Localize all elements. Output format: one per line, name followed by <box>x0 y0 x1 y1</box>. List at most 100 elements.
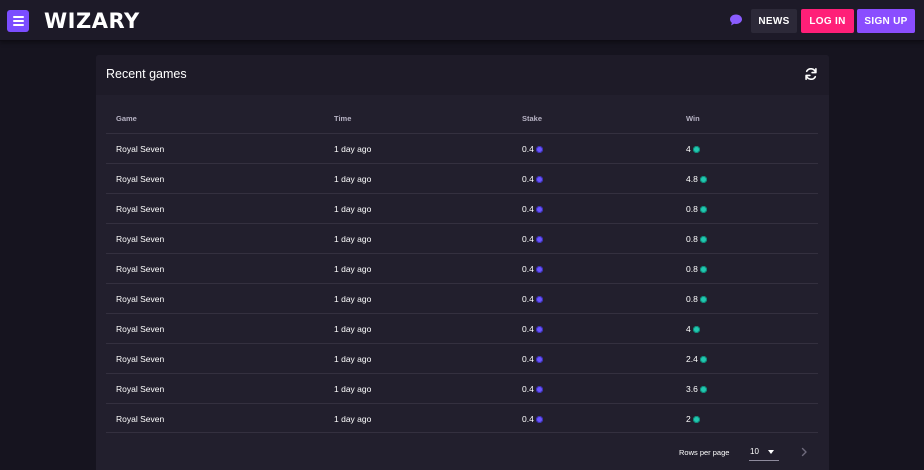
stake-value: 0.4 <box>522 324 534 334</box>
game-cell: Royal Seven <box>116 384 165 394</box>
table-row: Royal Seven 1 day ago 0.4 4 <box>106 133 818 163</box>
stake-cell: 0.4 <box>522 384 543 394</box>
stake-value: 0.4 <box>522 384 534 394</box>
win-cell: 2 <box>686 414 700 424</box>
stake-coin-icon <box>535 146 543 153</box>
table-row: Royal Seven 1 day ago 0.4 2.4 <box>106 343 818 373</box>
win-coin-icon <box>699 266 707 273</box>
win-value: 4.8 <box>686 174 698 184</box>
win-coin-icon <box>699 206 707 213</box>
win-cell: 0.8 <box>686 204 707 214</box>
win-coin-icon <box>699 176 707 183</box>
column-header-game[interactable]: Game <box>116 114 137 123</box>
signup-button[interactable]: SIGN UP <box>857 9 915 33</box>
stake-cell: 0.4 <box>522 234 543 244</box>
time-cell: 1 day ago <box>334 174 372 184</box>
rows-per-page-value: 10 <box>750 447 759 456</box>
stake-value: 0.4 <box>522 144 534 154</box>
game-cell: Royal Seven <box>116 234 165 244</box>
game-cell: Royal Seven <box>116 264 165 274</box>
win-value: 0.8 <box>686 294 698 304</box>
win-coin-icon <box>692 326 700 333</box>
stake-coin-icon <box>535 266 543 273</box>
stake-coin-icon <box>535 326 543 333</box>
win-cell: 0.8 <box>686 234 707 244</box>
time-cell: 1 day ago <box>334 414 372 424</box>
stake-value: 0.4 <box>522 234 534 244</box>
win-coin-icon <box>699 386 707 393</box>
time-cell: 1 day ago <box>334 294 372 304</box>
table-row: Royal Seven 1 day ago 0.4 0.8 <box>106 193 818 223</box>
stake-value: 0.4 <box>522 264 534 274</box>
time-cell: 1 day ago <box>334 144 372 154</box>
game-cell: Royal Seven <box>116 174 165 184</box>
stake-value: 0.4 <box>522 204 534 214</box>
win-value: 0.8 <box>686 204 698 214</box>
stake-value: 0.4 <box>522 294 534 304</box>
table-row: Royal Seven 1 day ago 0.4 4.8 <box>106 163 818 193</box>
stake-cell: 0.4 <box>522 204 543 214</box>
table-row: Royal Seven 1 day ago 0.4 0.8 <box>106 223 818 253</box>
win-cell: 0.8 <box>686 294 707 304</box>
win-value: 4 <box>686 144 691 154</box>
stake-coin-icon <box>535 356 543 363</box>
win-cell: 0.8 <box>686 264 707 274</box>
stake-value: 0.4 <box>522 174 534 184</box>
time-cell: 1 day ago <box>334 204 372 214</box>
win-cell: 4 <box>686 324 700 334</box>
recent-games-table: Game Time Stake Win Royal Seven 1 day ag… <box>96 0 829 470</box>
stake-cell: 0.4 <box>522 414 543 424</box>
stake-coin-icon <box>535 206 543 213</box>
game-cell: Royal Seven <box>116 144 165 154</box>
win-coin-icon <box>699 356 707 363</box>
hamburger-menu-icon[interactable] <box>7 10 29 32</box>
table-row: Royal Seven 1 day ago 0.4 2 <box>106 403 818 433</box>
win-coin-icon <box>699 236 707 243</box>
stake-coin-icon <box>535 416 543 423</box>
win-coin-icon <box>692 146 700 153</box>
time-cell: 1 day ago <box>334 384 372 394</box>
win-value: 0.8 <box>686 234 698 244</box>
stake-value: 0.4 <box>522 354 534 364</box>
rows-per-page-select[interactable]: 10 <box>749 443 779 461</box>
stake-cell: 0.4 <box>522 354 543 364</box>
stake-cell: 0.4 <box>522 324 543 334</box>
stake-cell: 0.4 <box>522 264 543 274</box>
column-header-time[interactable]: Time <box>334 114 351 123</box>
win-cell: 4 <box>686 144 700 154</box>
column-header-stake[interactable]: Stake <box>522 114 542 123</box>
win-cell: 3.6 <box>686 384 707 394</box>
win-value: 0.8 <box>686 264 698 274</box>
game-cell: Royal Seven <box>116 294 165 304</box>
stake-cell: 0.4 <box>522 294 543 304</box>
win-value: 4 <box>686 324 691 334</box>
win-coin-icon <box>692 416 700 423</box>
chevron-right-icon[interactable] <box>799 447 809 457</box>
time-cell: 1 day ago <box>334 234 372 244</box>
win-cell: 2.4 <box>686 354 707 364</box>
table-divider <box>106 432 818 433</box>
stake-value: 0.4 <box>522 414 534 424</box>
time-cell: 1 day ago <box>334 264 372 274</box>
rows-per-page-label: Rows per page <box>679 448 730 457</box>
stake-coin-icon <box>535 176 543 183</box>
column-header-win[interactable]: Win <box>686 114 700 123</box>
time-cell: 1 day ago <box>334 324 372 334</box>
time-cell: 1 day ago <box>334 354 372 364</box>
win-value: 2.4 <box>686 354 698 364</box>
win-value: 3.6 <box>686 384 698 394</box>
win-value: 2 <box>686 414 691 424</box>
table-row: Royal Seven 1 day ago 0.4 0.8 <box>106 253 818 283</box>
win-coin-icon <box>699 296 707 303</box>
game-cell: Royal Seven <box>116 324 165 334</box>
table-row: Royal Seven 1 day ago 0.4 4 <box>106 313 818 343</box>
stake-coin-icon <box>535 386 543 393</box>
game-cell: Royal Seven <box>116 414 165 424</box>
stake-coin-icon <box>535 296 543 303</box>
stake-coin-icon <box>535 236 543 243</box>
stake-cell: 0.4 <box>522 174 543 184</box>
win-cell: 4.8 <box>686 174 707 184</box>
stake-cell: 0.4 <box>522 144 543 154</box>
table-row: Royal Seven 1 day ago 0.4 0.8 <box>106 283 818 313</box>
game-cell: Royal Seven <box>116 354 165 364</box>
